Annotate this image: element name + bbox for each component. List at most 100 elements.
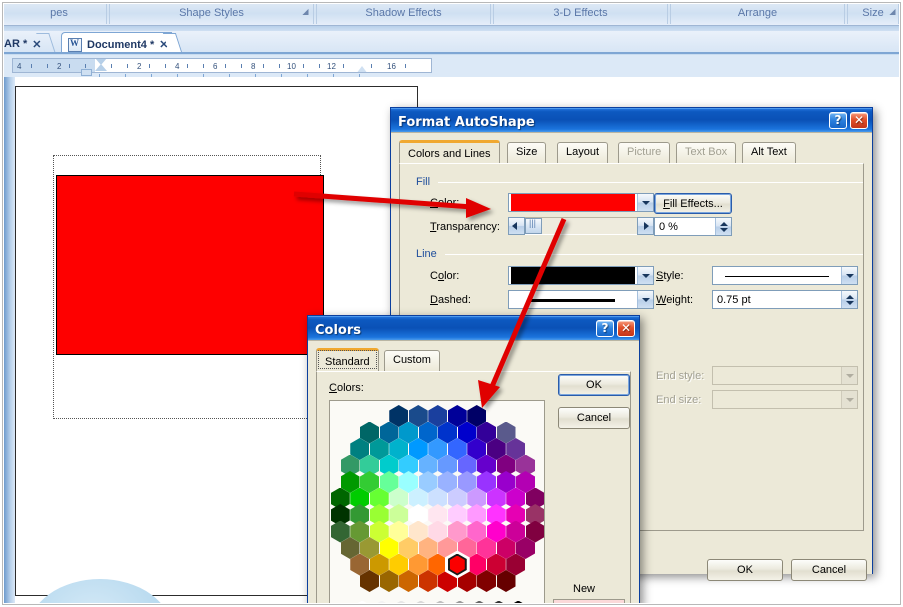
colors-dialog-tabstrip: Standard Custom: [316, 348, 639, 371]
fill-transparency-slider[interactable]: [508, 217, 654, 235]
new-color-label: New: [573, 583, 596, 595]
colors-dialog-titlebar[interactable]: Colors ? ✕: [308, 316, 639, 340]
document-tab-document4[interactable]: Document4 * ✕: [61, 32, 173, 53]
ruler-mark: [263, 64, 264, 68]
ruler-tick: 4: [17, 62, 22, 71]
format-dialog-titlebar[interactable]: Format AutoShape ? ✕: [391, 108, 872, 132]
grayscale-hexagon[interactable]: [467, 600, 492, 603]
end-size-label: End size:: [656, 394, 702, 406]
grayscale-hexagon[interactable]: [369, 600, 394, 603]
tab-text-box: Text Box: [676, 142, 737, 163]
document-tab-label: AR *: [4, 38, 28, 50]
spinner-buttons[interactable]: [841, 291, 857, 308]
help-icon[interactable]: ?: [596, 320, 614, 337]
right-indent-marker[interactable]: [356, 66, 368, 72]
fill-effects-label: Fill Effects...: [663, 197, 723, 210]
format-cancel-button[interactable]: Cancel: [791, 559, 867, 581]
line-weight-value[interactable]: 0.75 pt: [713, 294, 841, 306]
grayscale-hexagon[interactable]: [506, 600, 531, 603]
slider-left-arrow-icon[interactable]: [508, 217, 525, 235]
spinner-buttons[interactable]: [715, 218, 731, 235]
ruler-mark: [241, 64, 242, 68]
end-style-combo: [712, 366, 858, 385]
tab-picture: Picture: [618, 142, 671, 163]
colors-ok-button[interactable]: OK: [558, 374, 630, 396]
tab-colors-and-lines[interactable]: Colors and Lines: [399, 140, 500, 163]
dashed-style-preview: [509, 291, 637, 308]
ruler-tick: 4: [175, 62, 180, 71]
grayscale-hexagon[interactable]: [389, 600, 414, 603]
ribbon-group-shadow-effects[interactable]: Shadow Effects: [316, 4, 491, 24]
slider-thumb[interactable]: [525, 218, 542, 234]
format-dialog-tabstrip: Colors and Lines Size Layout Picture Tex…: [399, 140, 872, 163]
line-color-combo[interactable]: [508, 266, 654, 285]
line-dashed-label: Dashed:: [430, 294, 471, 306]
ruler-mark: [303, 64, 304, 68]
ribbon-group-shape-styles[interactable]: Shape Styles: [109, 4, 314, 24]
fill-color-combo[interactable]: [508, 193, 654, 212]
grayscale-hexagon[interactable]: [350, 600, 375, 603]
grayscale-hexagon[interactable]: [447, 600, 472, 603]
ruler-mark: [343, 64, 344, 68]
shape-styles-dialog-launcher-icon[interactable]: ◢: [301, 7, 310, 16]
ribbon-group-arrange[interactable]: Arrange: [670, 4, 845, 24]
tab-standard[interactable]: Standard: [316, 348, 379, 371]
word-document-icon: [68, 37, 82, 52]
line-group-rule: [445, 254, 863, 255]
ruler-mark: [319, 64, 320, 68]
chevron-down-icon[interactable]: [637, 267, 653, 284]
help-icon[interactable]: ?: [829, 112, 847, 129]
slider-track[interactable]: [525, 217, 637, 235]
grayscale-hexagon[interactable]: [486, 600, 511, 603]
chevron-down-icon[interactable]: [841, 267, 857, 284]
colors-label: Colors:: [329, 382, 364, 394]
fill-transparency-spinner[interactable]: 0 %: [654, 217, 732, 236]
line-style-combo[interactable]: [712, 266, 858, 285]
document-tab-ar[interactable]: AR * ✕: [4, 32, 45, 53]
fill-transparency-label: Transparency:: [430, 221, 500, 233]
hexagon-color-grid[interactable]: [329, 400, 545, 603]
horizontal-ruler[interactable]: 4 2 2 4 6 8 10 12 16: [12, 58, 432, 73]
chevron-down-icon[interactable]: [637, 291, 653, 308]
fill-group-rule: [438, 182, 863, 183]
grayscale-hexagon[interactable]: [428, 600, 453, 603]
close-icon[interactable]: ✕: [617, 320, 635, 337]
colors-dialog-body: Standard Custom Colors: OK Cancel New: [308, 340, 639, 603]
grayscale-hexagon[interactable]: [408, 600, 433, 603]
tab-custom[interactable]: Custom: [384, 350, 440, 371]
close-icon[interactable]: ✕: [159, 38, 168, 51]
line-dashed-combo[interactable]: [508, 290, 654, 309]
ruler-tick: 2: [137, 62, 142, 71]
ruler-mark: [279, 64, 280, 68]
tab-layout[interactable]: Layout: [557, 142, 609, 163]
red-rectangle-shape[interactable]: [56, 175, 324, 355]
ruler-band: 4 2 2 4 6 8 10 12 16: [4, 55, 899, 78]
line-color-swatch: [511, 267, 635, 284]
ribbon-group-shapes[interactable]: pes: [12, 4, 107, 24]
size-dialog-launcher-icon[interactable]: ◢: [888, 7, 897, 16]
ruler-tick: 2: [57, 62, 62, 71]
hanging-indent-marker[interactable]: [95, 64, 107, 71]
ruler-mark: [69, 64, 70, 68]
tab-size[interactable]: Size: [507, 142, 547, 163]
chevron-down-icon[interactable]: [637, 194, 653, 211]
colors-cancel-button[interactable]: Cancel: [558, 407, 630, 429]
end-style-label: End style:: [656, 370, 705, 382]
colors-dialog-title-buttons: ? ✕: [596, 320, 635, 337]
tab-alt-text[interactable]: Alt Text: [742, 142, 796, 163]
colors-dialog[interactable]: Colors ? ✕ Standard Custom Colors: OK Ca…: [307, 315, 640, 603]
line-weight-spinner[interactable]: 0.75 pt: [712, 290, 858, 309]
close-icon[interactable]: ✕: [850, 112, 868, 129]
ruler-tick: 8: [251, 62, 256, 71]
end-size-combo: [712, 390, 858, 409]
left-indent-box-marker[interactable]: [81, 69, 92, 76]
slider-right-arrow-icon[interactable]: [637, 217, 654, 235]
line-group-label: Line: [412, 248, 441, 260]
fill-effects-button[interactable]: Fill Effects...: [654, 193, 732, 214]
line-style-preview: [713, 267, 841, 284]
ribbon-group-3d-effects[interactable]: 3-D Effects: [493, 4, 668, 24]
ruler-mark: [149, 64, 150, 68]
close-icon[interactable]: ✕: [32, 38, 41, 51]
format-ok-button[interactable]: OK: [707, 559, 783, 581]
fill-transparency-value[interactable]: 0 %: [655, 221, 715, 233]
